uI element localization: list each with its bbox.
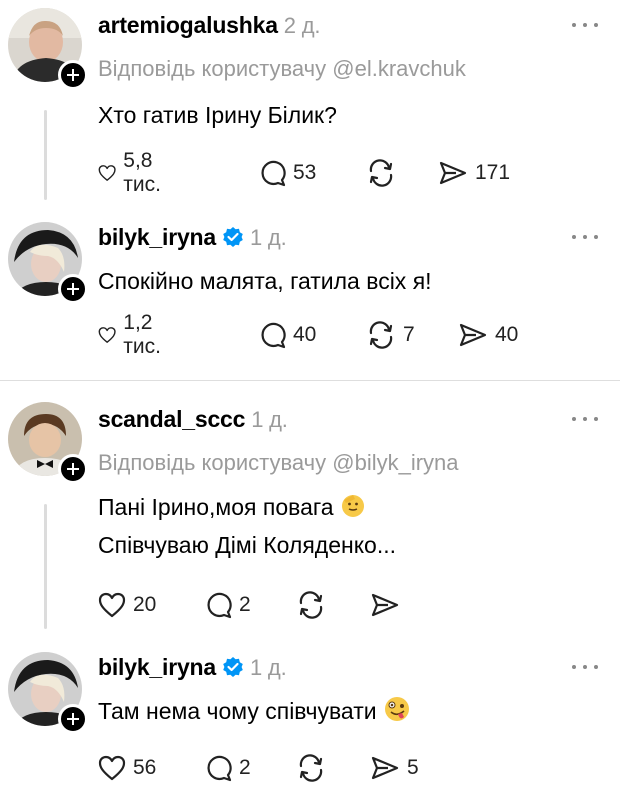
more-options-icon[interactable] (572, 414, 602, 424)
like-count: 20 (133, 593, 157, 616)
repost-button[interactable] (366, 158, 403, 188)
like-button[interactable]: 1,2 тис. (98, 311, 171, 358)
comment-button[interactable]: 2 (204, 753, 251, 783)
repost-icon (299, 754, 323, 782)
follow-plus-icon[interactable] (58, 60, 88, 90)
comment-count: 2 (239, 593, 251, 616)
repost-icon (369, 321, 393, 349)
share-send-icon (439, 161, 467, 185)
comment-count: 2 (239, 756, 251, 779)
share-send-icon (371, 593, 399, 617)
comment-button[interactable]: 53 (258, 158, 316, 188)
username[interactable]: bilyk_iryna 1 д. (98, 654, 287, 681)
share-button[interactable]: 171 (438, 158, 510, 188)
share-send-icon (371, 756, 399, 780)
follow-plus-icon[interactable] (58, 704, 88, 734)
share-button[interactable]: 40 (458, 320, 518, 350)
like-button[interactable]: 5,8 тис. (98, 149, 171, 196)
reply-to-label[interactable]: Відповідь користувачу @bilyk_iryna (98, 450, 459, 476)
heart-icon (98, 592, 126, 618)
more-options-icon[interactable] (572, 662, 602, 672)
comment-bubble-icon (261, 160, 286, 187)
share-button[interactable]: 5 (370, 753, 419, 783)
follow-plus-icon[interactable] (58, 454, 88, 484)
verified-badge-icon (223, 657, 243, 677)
post-time: 1 д. (249, 655, 287, 680)
post-text: Хто гатив Ірину Білик? (98, 102, 337, 128)
comment-count: 40 (293, 323, 317, 346)
repost-count: 7 (403, 323, 415, 346)
post-time: 2 д. (283, 13, 321, 38)
heart-icon (98, 165, 116, 181)
comment-button[interactable]: 2 (204, 590, 251, 620)
like-count: 5,8 тис. (123, 149, 161, 196)
share-count: 40 (495, 323, 519, 346)
more-options-icon[interactable] (572, 20, 602, 30)
repost-icon (369, 159, 393, 187)
repost-button[interactable] (296, 753, 333, 783)
like-button[interactable]: 20 (98, 590, 156, 620)
thread-line (44, 504, 47, 629)
username[interactable]: bilyk_iryna 1 д. (98, 224, 287, 251)
follow-plus-icon[interactable] (58, 274, 88, 304)
post-text: Там нема чому співчувати (98, 692, 411, 730)
like-count: 56 (133, 756, 157, 779)
comment-button[interactable]: 40 (258, 320, 316, 350)
username[interactable]: scandal_sccc 1 д. (98, 406, 288, 433)
more-options-icon[interactable] (572, 232, 602, 242)
zany-face-emoji (384, 697, 409, 721)
verified-badge-icon (223, 227, 243, 247)
comment-bubble-icon (207, 592, 232, 619)
post-text: Спокійно малята, гатила всіх я! (98, 268, 432, 294)
salute-face-emoji (341, 495, 364, 517)
username[interactable]: artemiogalushka 2 д. (98, 12, 320, 39)
post-text-line-2: Співчуваю Дімі Коляденко... (98, 532, 396, 558)
repost-button[interactable] (296, 590, 333, 620)
heart-icon (98, 755, 126, 781)
repost-icon (299, 591, 323, 619)
post-time: 1 д. (251, 407, 288, 432)
heart-icon (98, 327, 116, 343)
comment-count: 53 (293, 161, 317, 184)
share-send-icon (459, 323, 487, 347)
thread-line (44, 110, 47, 200)
share-count: 171 (475, 161, 511, 184)
repost-button[interactable]: 7 (366, 320, 415, 350)
comment-bubble-icon (261, 322, 286, 349)
thread-divider (0, 380, 620, 381)
comment-bubble-icon (207, 755, 232, 782)
share-button[interactable] (370, 590, 407, 620)
post-text-line-1: Пані Ірино,моя повага (98, 488, 366, 526)
like-button[interactable]: 56 (98, 753, 156, 783)
share-count: 5 (407, 756, 419, 779)
reply-to-label[interactable]: Відповідь користувачу @el.kravchuk (98, 56, 466, 82)
like-count: 1,2 тис. (123, 311, 161, 358)
post-time: 1 д. (249, 225, 287, 250)
